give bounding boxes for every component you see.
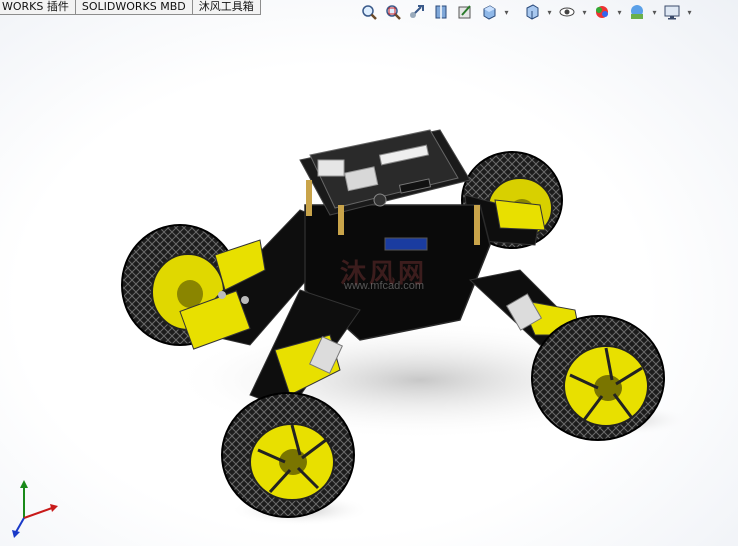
tab-plugins[interactable]: WORKS 插件 [0,0,76,15]
section-view-icon[interactable] [430,1,452,23]
previous-view-icon[interactable] [406,1,428,23]
chevron-down-icon[interactable]: ▾ [650,1,659,23]
zoom-to-fit-icon[interactable] [358,1,380,23]
chevron-down-icon[interactable]: ▾ [615,1,624,23]
view-settings-icon[interactable] [661,1,683,23]
apply-scene-icon[interactable] [626,1,648,23]
watermark-url: www.mfcad.com [344,280,425,292]
dynamic-annotation-icon[interactable] [454,1,476,23]
chevron-down-icon[interactable]: ▾ [545,1,554,23]
reference-triad [12,480,58,538]
tab-solidworks-mbd[interactable]: SOLIDWORKS MBD [74,0,193,15]
chevron-down-icon[interactable]: ▾ [580,1,589,23]
tab-mufeng-toolbox[interactable]: 沐风工具箱 [191,0,261,15]
hide-show-items-icon[interactable] [556,1,578,23]
heads-up-view-toolbar: ▾ ▾ ▾ ▾ ▾ ▾ [358,0,694,24]
wheel-front-left [221,392,355,518]
wheel-front-right [531,315,665,441]
display-style-icon[interactable] [521,1,543,23]
graphics-area[interactable]: 沐风网 www.mfcad.com [0,0,738,546]
chevron-down-icon[interactable]: ▾ [685,1,694,23]
command-manager-tabs: WORKS 插件 SOLIDWORKS MBD 沐风工具箱 [0,0,261,16]
zoom-to-area-icon[interactable] [382,1,404,23]
chevron-down-icon[interactable]: ▾ [502,1,511,23]
edit-appearance-icon[interactable] [591,1,613,23]
view-orientation-icon[interactable] [478,1,500,23]
